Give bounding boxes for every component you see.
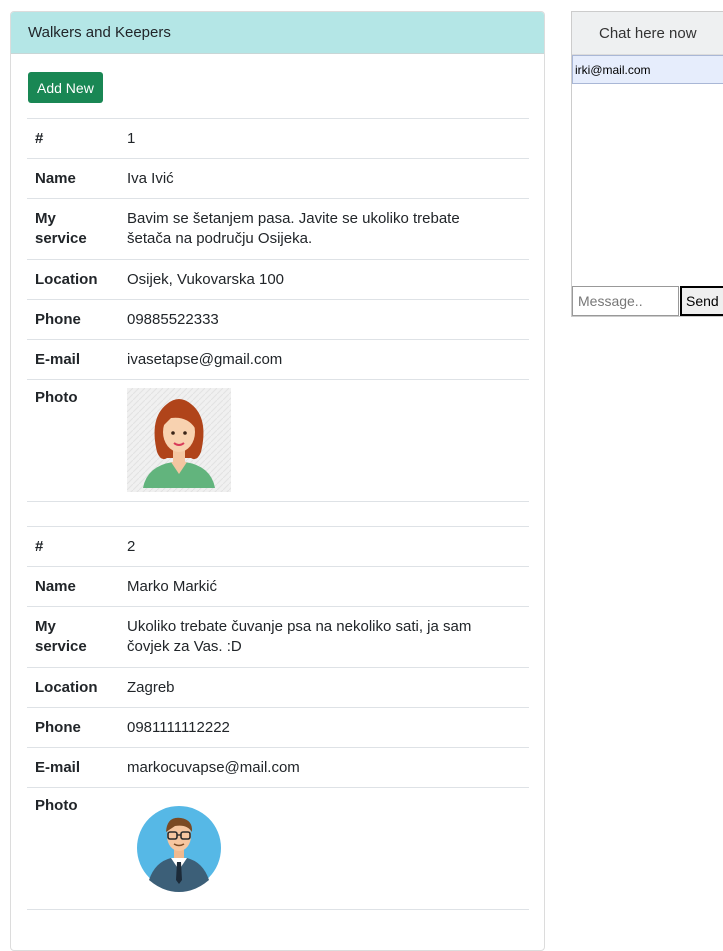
table-row: Name Iva Ivić — [27, 158, 529, 199]
table-row: E-mail ivasetapse@gmail.com — [27, 339, 529, 380]
woman-avatar-icon — [127, 388, 231, 492]
email-value: markocuvapse@mail.com — [119, 747, 529, 788]
name-label: Name — [27, 158, 119, 199]
service-label: My service — [27, 606, 119, 668]
table-row: # 1 — [27, 118, 529, 159]
table-row: # 2 — [27, 526, 529, 567]
chat-panel: Chat here now irki@mail.com Send — [571, 11, 723, 317]
photo-label: Photo — [27, 787, 119, 910]
send-button[interactable]: Send — [680, 286, 723, 316]
add-new-button[interactable]: Add New — [28, 72, 103, 103]
table-row: Phone 09885522333 — [27, 299, 529, 340]
email-value: ivasetapse@gmail.com — [119, 339, 529, 380]
email-label: E-mail — [27, 339, 119, 380]
service-value: Bavim se šetanjem pasa. Javite se ukolik… — [119, 198, 529, 260]
phone-value: 0981111112222 — [119, 707, 529, 748]
name-value: Iva Ivić — [119, 158, 529, 199]
name-value: Marko Markić — [119, 566, 529, 607]
id-value: 1 — [119, 118, 529, 159]
id-value: 2 — [119, 526, 529, 567]
phone-label: Phone — [27, 707, 119, 748]
location-label: Location — [27, 259, 119, 300]
chat-title: Chat here now — [572, 12, 723, 55]
walker-table: # 1 Name Iva Ivić My service Bavim se šet… — [27, 118, 529, 502]
service-label: My service — [27, 198, 119, 260]
message-input[interactable] — [572, 286, 679, 316]
panel-title: Walkers and Keepers — [11, 12, 544, 54]
location-value: Zagreb — [119, 667, 529, 708]
table-row: Location Zagreb — [27, 667, 529, 708]
table-row: Name Marko Markić — [27, 566, 529, 607]
location-value: Osijek, Vukovarska 100 — [119, 259, 529, 300]
phone-label: Phone — [27, 299, 119, 340]
photo-cell — [119, 787, 529, 910]
table-row: Phone 0981111112222 — [27, 707, 529, 748]
table-row: My service Bavim se šetanjem pasa. Javite… — [27, 198, 529, 260]
photo-cell — [119, 379, 529, 502]
email-label: E-mail — [27, 747, 119, 788]
chat-user-item[interactable]: irki@mail.com — [572, 55, 723, 84]
table-row: Photo — [27, 787, 529, 910]
photo-label: Photo — [27, 379, 119, 502]
service-value: Ukoliko trebate čuvanje psa na nekoliko … — [119, 606, 529, 668]
man-avatar-icon — [127, 796, 231, 900]
phone-value: 09885522333 — [119, 299, 529, 340]
id-label: # — [27, 118, 119, 159]
walkers-panel: Walkers and Keepers Add New # 1 Name Iva… — [10, 11, 545, 951]
walker-table: # 2 Name Marko Markić My service Ukoliko … — [27, 526, 529, 910]
location-label: Location — [27, 667, 119, 708]
table-row: Photo — [27, 379, 529, 502]
table-row: E-mail markocuvapse@mail.com — [27, 747, 529, 788]
name-label: Name — [27, 566, 119, 607]
table-row: My service Ukoliko trebate čuvanje psa na… — [27, 606, 529, 668]
id-label: # — [27, 526, 119, 567]
table-row: Location Osijek, Vukovarska 100 — [27, 259, 529, 300]
